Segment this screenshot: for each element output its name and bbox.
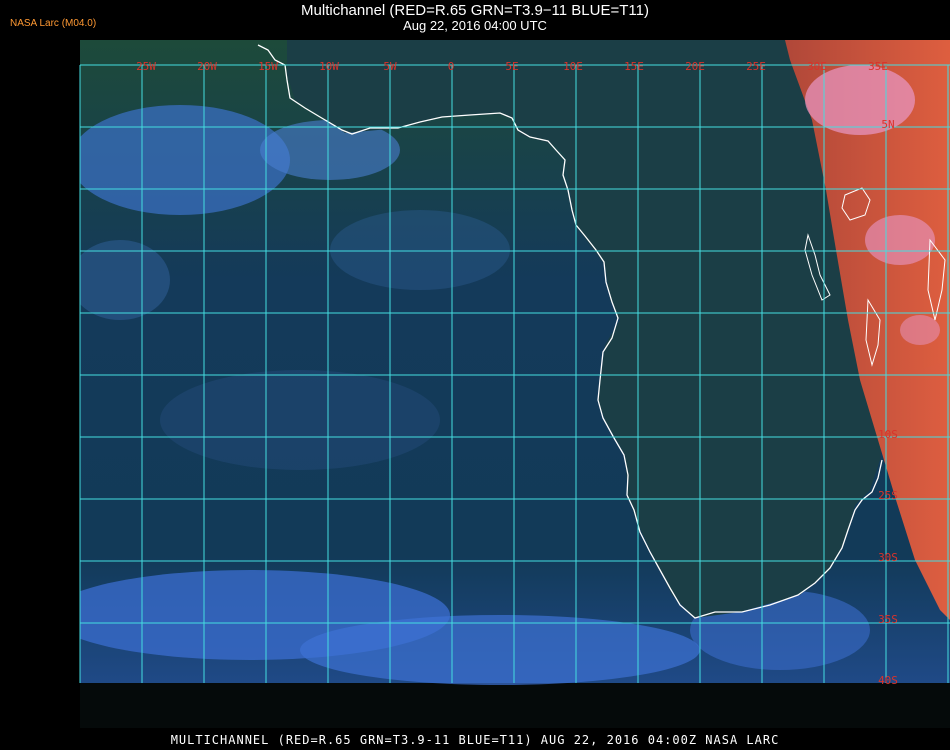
cloud-patch	[300, 615, 700, 685]
longitude-label: 35E	[868, 60, 888, 73]
longitude-label: 10W	[319, 60, 339, 73]
latitude-label: 10S	[878, 428, 898, 441]
longitude-label: 25E	[746, 60, 766, 73]
longitude-label: 20W	[197, 60, 217, 73]
pink-cloud	[865, 215, 935, 265]
longitude-label: 15E	[624, 60, 644, 73]
pink-cloud	[900, 315, 940, 345]
longitude-label: 25W	[136, 60, 156, 73]
pink-cloud	[805, 65, 915, 135]
longitude-label: 20E	[685, 60, 705, 73]
footer-caption: MULTICHANNEL (RED=R.65 GRN=T3.9-11 BLUE=…	[170, 733, 780, 747]
longitude-label: 0	[448, 60, 455, 73]
longitude-label: 5W	[383, 60, 397, 73]
latitude-label: 5N	[881, 118, 894, 131]
cloud-patch	[80, 240, 170, 320]
longitude-label: 10E	[563, 60, 583, 73]
longitude-label: 30E	[807, 60, 827, 73]
cloud-patch	[160, 370, 440, 470]
satellite-map: 25W 20W 15W 10W 5W 0 5E 10E 15E 20E 25E 30E 35E 5N 10…	[79, 40, 950, 728]
bottom-dark-strip	[80, 683, 950, 728]
cloud-patch	[330, 210, 510, 290]
latitude-label: 30S	[878, 551, 898, 564]
longitude-label: 5E	[505, 60, 518, 73]
latitude-label: 35S	[878, 613, 898, 626]
latitude-label: 40S	[878, 674, 898, 687]
cloud-patch	[80, 105, 290, 215]
longitude-label: 15W	[258, 60, 278, 73]
latitude-label: 25S	[878, 489, 898, 502]
